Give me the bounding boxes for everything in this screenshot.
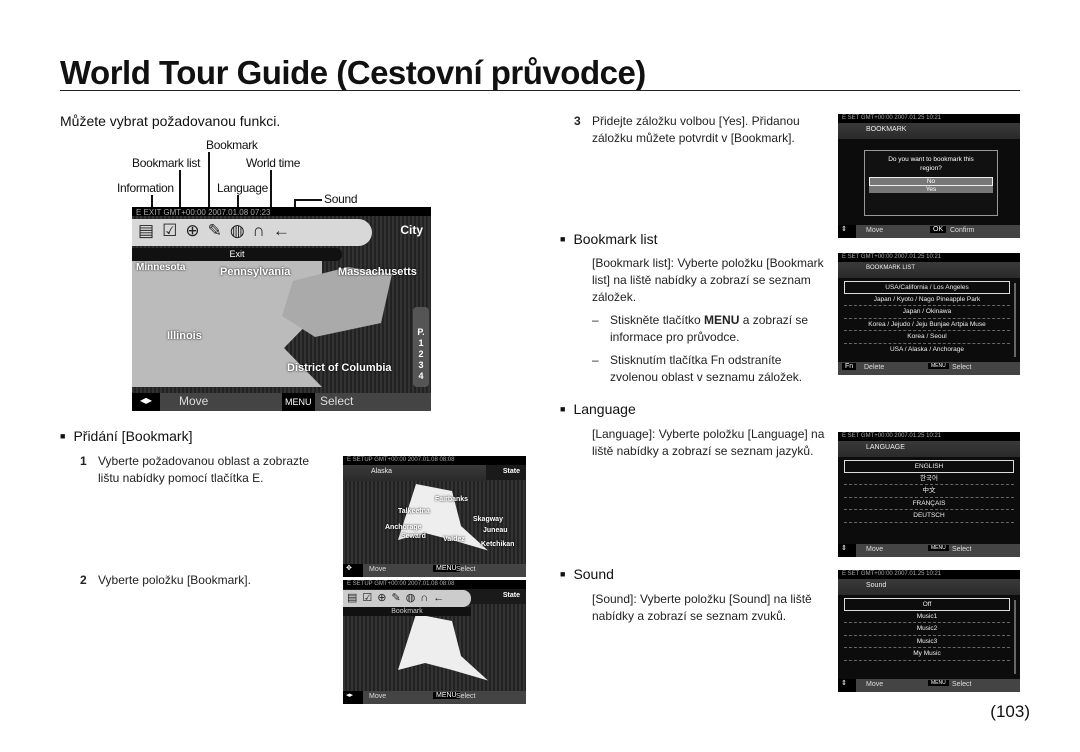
four-way-icon: ✥ [343, 564, 363, 577]
sound-body: [Sound]: Vyberte položku [Sound] na lišt… [592, 592, 812, 623]
confirm-dialog: Do you want to bookmark this region? No … [864, 150, 998, 216]
up-down-icon: ⇕ [838, 225, 856, 238]
list-item[interactable]: USA/California / Los Angeles [844, 281, 1010, 294]
up-down-icon: ⇕ [838, 679, 856, 692]
city-label[interactable]: Juneau [483, 527, 508, 534]
left-right-icon: ◂▸ [343, 691, 363, 704]
step-1: 1 Vyberte požadovanou oblast a zobrazte l… [80, 454, 310, 485]
bookmark-list-screen: E SET GMT+00:00 2007.01.25 10:21 ☑ BOOKM… [838, 253, 1020, 375]
move-label: Move [179, 394, 209, 408]
status-bar: E SETUP GMT+00:00 2007.01.08 08:08 [343, 580, 526, 589]
callout-bookmark: Bookmark [206, 138, 258, 152]
sound-screen: E SET GMT+00:00 2007.01.25 10:21 ∩ Sound… [838, 570, 1020, 692]
region-name: Alaska [343, 465, 486, 481]
alaska-screen: E SETUP GMT+00:00 2007.01.08 08:08 ➔ Ala… [343, 456, 526, 577]
sound-icon[interactable]: ∩ [253, 221, 273, 240]
scrollbar[interactable] [1014, 600, 1016, 674]
list-item[interactable]: Off [844, 598, 1010, 611]
option-yes[interactable]: Yes [869, 186, 993, 193]
list-item[interactable]: FRANÇAIS [844, 498, 1014, 510]
page-indicator[interactable]: P. 1 2 3 4 [413, 307, 429, 387]
alaska-menu-screen: E SETUP GMT+00:00 2007.01.08 08:08 ▤☑⊕✎◍… [343, 580, 526, 704]
status-bar: E SETUP GMT+00:00 2007.01.08 08:08 [343, 456, 526, 465]
city-label[interactable]: Valdez [443, 536, 465, 543]
city-label[interactable]: Talkeetna [398, 508, 430, 515]
exit-item[interactable]: Exit [132, 248, 342, 261]
list-item[interactable]: My Music [844, 648, 1010, 661]
left-right-icon: ◂▸ [132, 393, 160, 411]
bookmark-list-body: [Bookmark list]: Vyberte položku [Bookma… [592, 256, 824, 304]
section-heading-language: ■ Language [560, 401, 636, 417]
region-label[interactable]: Massachusetts [338, 266, 417, 278]
step-2: 2 Vyberte položku [Bookmark]. [80, 573, 251, 587]
list-item[interactable]: 中文 [844, 485, 1014, 498]
scrollbar[interactable] [1014, 283, 1016, 357]
option-no[interactable]: No [869, 177, 993, 186]
language-icon[interactable]: ✎ [208, 221, 230, 240]
bookmark-list-icon[interactable]: ☑ [162, 221, 185, 240]
city-label[interactable]: Anchorage [385, 524, 422, 531]
state-label: State [502, 468, 520, 475]
region-label[interactable]: Minnesota [136, 262, 185, 273]
city-label[interactable]: Fairbanks [435, 496, 468, 503]
bullet-2: – Stisknutím tlačítka Fn odstraníte zvole… [592, 353, 803, 384]
list-item[interactable]: USA / Alaska / Anchorage [844, 344, 1010, 357]
city-label: City [400, 223, 423, 237]
list-item[interactable]: 한국어 [844, 473, 1014, 485]
callout-bookmark-list: Bookmark list [132, 156, 201, 170]
bullet-1: – Stiskněte tlačítko MENU a zobrazí se in… [592, 313, 809, 344]
menu-bar: ▤☑⊕✎◍∩← [132, 219, 372, 246]
menu-key: MENU [282, 393, 315, 411]
section-heading-add-bookmark: ■ Přidání [Bookmark] [60, 428, 193, 444]
up-down-icon: ⇕ [838, 544, 856, 557]
world-tour-main-screen: E EXIT GMT+00:00 2007.01.08 07:23 ▤☑⊕✎◍∩… [132, 207, 431, 411]
language-body: [Language]: Vyberte položku [Language] n… [592, 427, 825, 458]
list-item[interactable]: Japan / Okinawa [844, 306, 1010, 319]
list-item[interactable]: Music2 [844, 623, 1010, 636]
select-label: Select [320, 394, 354, 408]
list-item[interactable]: ENGLISH [844, 460, 1014, 473]
bookmark-icon[interactable]: ⊕ [185, 221, 207, 240]
menu-bar[interactable]: ▤☑⊕✎◍∩← [343, 590, 471, 607]
back-arrow-icon[interactable]: ← [273, 221, 298, 240]
language-screen: E SET GMT+00:00 2007.01.25 10:21 ✎ LANGU… [838, 432, 1020, 557]
footer-bar: ◂▸ Move MENU Select [132, 393, 431, 411]
callout-sound: Sound [324, 192, 358, 206]
list-item[interactable]: DEUTSCH [844, 510, 1014, 523]
city-label[interactable]: Seward [401, 533, 426, 540]
bookmark-confirm-screen: E SET GMT+00:00 2007.01.25 10:21 ⊕ BOOKM… [838, 114, 1020, 238]
step-3: 3 Přidejte záložku volbou [Yes]. Přidanou… [574, 114, 800, 145]
callout-language: Language [217, 181, 268, 195]
list-item[interactable]: Japan / Kyoto / Nago Pineapple Park [844, 294, 1010, 306]
callout-information: Information [117, 181, 174, 195]
list-item[interactable]: Music1 [844, 611, 1010, 623]
region-label[interactable]: Pennsylvania [220, 266, 290, 278]
world-time-icon[interactable]: ◍ [230, 221, 253, 240]
list-item[interactable]: Korea / Jejudo / Jeju Bunjae Artpia Muse [844, 319, 1010, 331]
city-label[interactable]: Ketchikan [481, 541, 514, 548]
status-bar: E EXIT GMT+00:00 2007.01.08 07:23 [132, 207, 431, 217]
region-label[interactable]: Illinois [167, 330, 202, 342]
bookmark-item[interactable]: Bookmark [343, 607, 471, 616]
region-label[interactable]: District of Columbia [287, 362, 392, 374]
page-title: World Tour Guide (Cestovní průvodce) [60, 54, 646, 91]
state-label: State [502, 592, 520, 599]
info-icon[interactable]: ▤ [138, 221, 162, 240]
intro-text: Můžete vybrat požadovanou funkci. [60, 113, 281, 129]
section-heading-bookmark-list: ■ Bookmark list [560, 231, 658, 247]
title-rule [60, 90, 1020, 91]
section-heading-sound: ■ Sound [560, 566, 614, 582]
list-item[interactable]: Korea / Seoul [844, 331, 1010, 344]
list-item[interactable]: Music3 [844, 636, 1010, 648]
callout-world-time: World time [246, 156, 301, 170]
city-label[interactable]: Skagway [473, 516, 503, 523]
page-number: (103) [990, 702, 1030, 721]
